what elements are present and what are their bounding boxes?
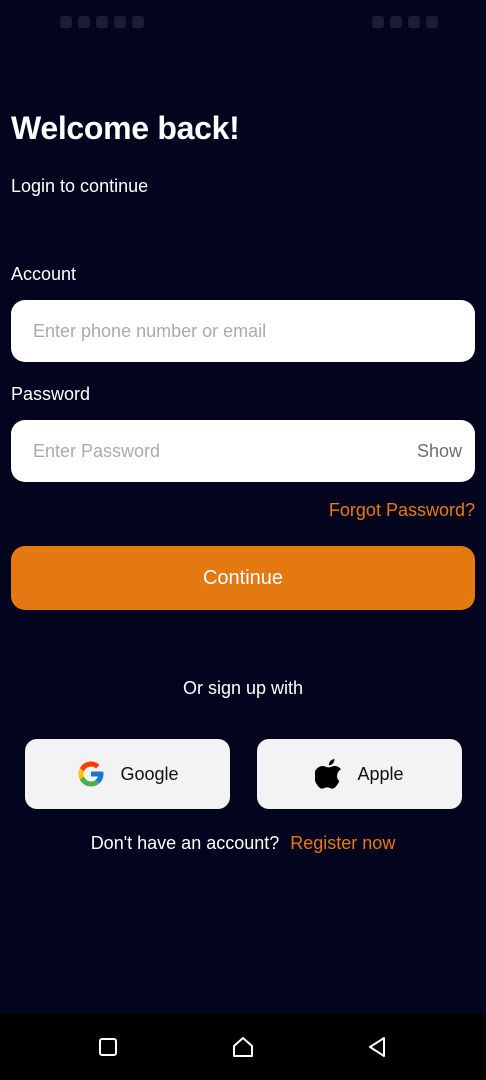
status-bar bbox=[0, 0, 486, 48]
google-button-label: Google bbox=[120, 763, 179, 784]
page-title: Welcome back! bbox=[11, 110, 240, 146]
status-icons-left bbox=[60, 16, 144, 28]
account-field[interactable] bbox=[11, 300, 475, 362]
register-row: Don't have an account? Register now bbox=[0, 833, 486, 854]
apple-icon bbox=[315, 759, 342, 789]
register-now-link[interactable]: Register now bbox=[290, 833, 395, 854]
password-label: Password bbox=[11, 384, 91, 404]
google-signin-button[interactable]: Google bbox=[25, 739, 230, 809]
home-icon[interactable] bbox=[231, 1035, 255, 1059]
google-icon bbox=[78, 761, 104, 787]
system-nav-bar bbox=[0, 1014, 486, 1080]
register-prompt: Don't have an account? bbox=[90, 833, 280, 853]
forgot-password-link[interactable]: Forgot Password? bbox=[329, 500, 475, 521]
social-heading: Or sign up with bbox=[182, 678, 304, 698]
square-icon[interactable] bbox=[96, 1035, 120, 1059]
account-label: Account bbox=[11, 264, 77, 284]
show-password-toggle[interactable]: Show bbox=[417, 420, 462, 482]
continue-button[interactable]: Continue bbox=[11, 546, 475, 610]
status-icons-right bbox=[372, 16, 438, 28]
apple-button-label: Apple bbox=[357, 763, 404, 784]
page-subtitle: Login to continue bbox=[11, 176, 149, 196]
apple-signin-button[interactable]: Apple bbox=[257, 739, 462, 809]
password-field[interactable]: Show bbox=[11, 420, 475, 482]
continue-button-label: Continue bbox=[202, 566, 284, 589]
back-triangle-icon[interactable] bbox=[365, 1035, 389, 1059]
password-input[interactable] bbox=[33, 420, 393, 482]
account-input[interactable] bbox=[33, 300, 393, 362]
